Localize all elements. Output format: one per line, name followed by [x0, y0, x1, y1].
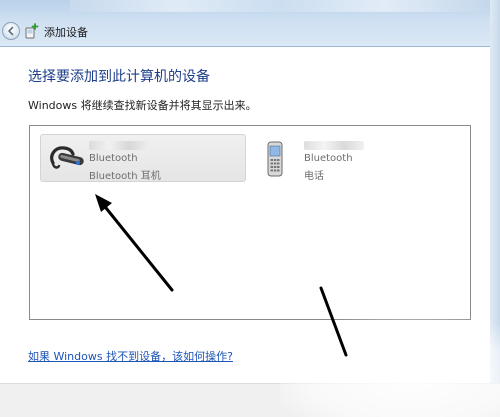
device-name-redacted [89, 141, 149, 150]
device-item-headset[interactable]: Bluetooth Bluetooth 耳机 [40, 134, 246, 182]
button-bar [0, 383, 500, 417]
device-list: Bluetooth Bluetooth 耳机 Bluetooth 电话 [29, 125, 471, 320]
phone-icon [267, 141, 283, 177]
blurred-taskbar-area [70, 0, 490, 12]
window-right-border [490, 0, 500, 417]
window-title: 添加设备 [44, 26, 88, 39]
device-type-label: Bluetooth [89, 153, 138, 164]
back-arrow-icon [8, 26, 14, 36]
device-name-redacted [304, 141, 364, 150]
headset-icon [50, 146, 84, 169]
device-subtype-label: Bluetooth 耳机 [89, 171, 161, 182]
device-type-label: Bluetooth [304, 153, 353, 164]
add-device-icon [25, 23, 39, 39]
device-subtype-label: 电话 [304, 171, 324, 182]
search-status-text: Windows 将继续查找新设备并将其显示出来。 [28, 99, 257, 112]
help-link[interactable]: 如果 Windows 找不到设备，该如何操作? [28, 348, 233, 364]
device-item-phone[interactable]: Bluetooth 电话 [255, 134, 461, 182]
page-heading: 选择要添加到此计算机的设备 [28, 69, 210, 85]
title-bar: 添加设备 [0, 0, 500, 47]
back-button[interactable] [2, 22, 20, 40]
add-device-window: 添加设备 选择要添加到此计算机的设备 Windows 将继续查找新设备并将其显示… [0, 0, 500, 417]
